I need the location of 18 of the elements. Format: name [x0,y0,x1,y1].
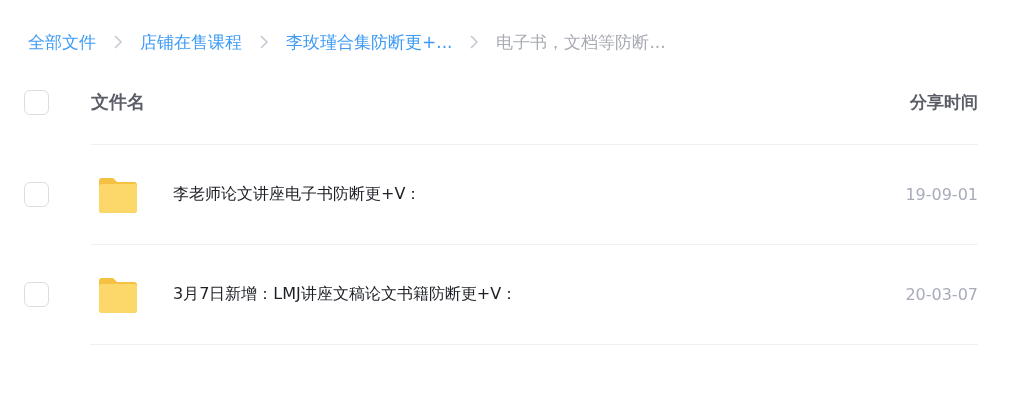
share-time: 20-03-07 [905,285,978,304]
breadcrumb-link[interactable]: 李玫瑾合集防断更+... [286,30,453,54]
row-checkbox[interactable] [24,181,49,207]
folder-icon [97,275,139,314]
file-name[interactable]: 3月7日新增：LMJ讲座文稿论文书籍防断更+V： [173,284,906,305]
row-checkbox[interactable] [24,281,49,307]
select-all-checkbox[interactable] [24,89,49,115]
breadcrumb-link[interactable]: 电子书，文档等防断... [496,30,666,54]
column-header: 文件名 [91,90,146,114]
column-header: 分享时间 [910,90,978,114]
folder-icon [97,175,139,214]
chevron-icon [468,33,481,51]
chevron-icon [258,33,270,51]
breadcrumb-link[interactable]: 全部文件 [28,30,96,54]
file-name[interactable]: 李老师论文讲座电子书防断更+V： [173,184,906,205]
breadcrumb-link[interactable]: 店铺在售课程 [140,30,242,54]
share-time: 19-09-01 [905,185,978,204]
chevron-icon [112,33,124,51]
